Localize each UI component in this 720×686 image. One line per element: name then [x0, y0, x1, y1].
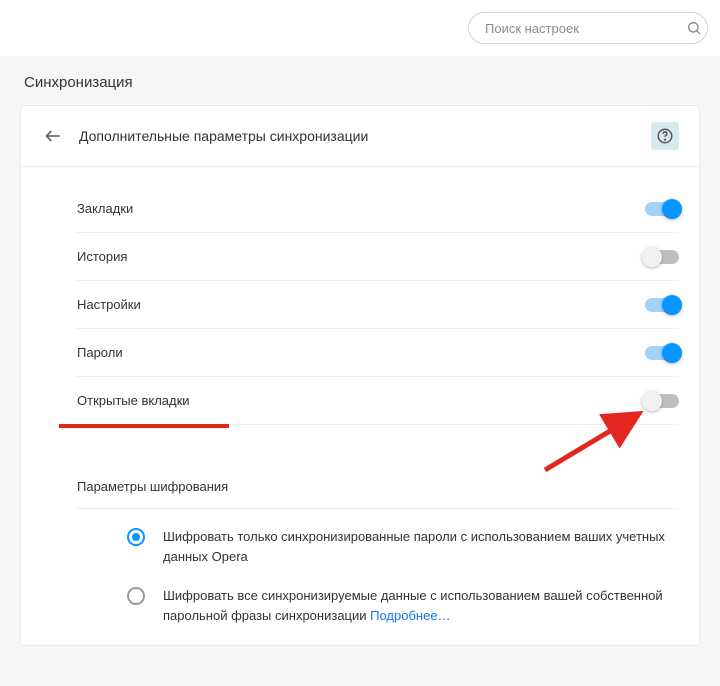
toggle-knob	[662, 343, 682, 363]
toggle-label: Пароли	[77, 329, 645, 376]
radio-row: Шифровать только синхронизированные паро…	[77, 527, 679, 586]
top-bar	[0, 0, 720, 56]
toggle-label: История	[77, 233, 645, 280]
toggle-row: Пароли	[77, 329, 679, 377]
page-title: Синхронизация	[0, 74, 720, 105]
toggle-label: Открытые вкладки	[77, 377, 645, 424]
encryption-label: Параметры шифрования	[77, 465, 679, 509]
toggle-row: Закладки	[77, 185, 679, 233]
toggle-row: Настройки	[77, 281, 679, 329]
toggle-list: ЗакладкиИсторияНастройкиПаролиОткрытые в…	[21, 167, 699, 451]
toggle-row: Открытые вкладки	[77, 377, 679, 425]
toggle-row: История	[77, 233, 679, 281]
toggle-label: Настройки	[77, 281, 645, 328]
card-header: Дополнительные параметры синхронизации	[21, 106, 699, 167]
settings-card: Дополнительные параметры синхронизации З…	[20, 105, 700, 646]
encryption-section: Параметры шифрования Шифровать только си…	[21, 451, 699, 645]
learn-more-link[interactable]: Подробнее…	[370, 608, 450, 623]
toggle-knob	[642, 247, 662, 267]
radio-text: Шифровать все синхронизируемые данные с …	[163, 586, 679, 625]
toggle-switch[interactable]	[645, 202, 679, 216]
toggle-knob	[662, 199, 682, 219]
radio-text: Шифровать только синхронизированные паро…	[163, 527, 679, 566]
radio-button[interactable]	[127, 587, 145, 605]
radio-list: Шифровать только синхронизированные паро…	[77, 527, 679, 645]
toggle-label: Закладки	[77, 185, 645, 232]
search-wrap	[468, 12, 708, 44]
back-button[interactable]	[41, 124, 65, 148]
radio-button[interactable]	[127, 528, 145, 546]
card-title: Дополнительные параметры синхронизации	[79, 128, 651, 144]
toggle-knob	[642, 391, 662, 411]
help-button[interactable]	[651, 122, 679, 150]
toggle-switch[interactable]	[645, 346, 679, 360]
search-input[interactable]	[468, 12, 708, 44]
toggle-switch[interactable]	[645, 394, 679, 408]
toggle-switch[interactable]	[645, 250, 679, 264]
radio-row: Шифровать все синхронизируемые данные с …	[77, 586, 679, 645]
search-icon	[686, 20, 702, 36]
annotation-underline	[59, 424, 229, 428]
page-body: Синхронизация Дополнительные параметры с…	[0, 56, 720, 686]
toggle-switch[interactable]	[645, 298, 679, 312]
toggle-knob	[662, 295, 682, 315]
